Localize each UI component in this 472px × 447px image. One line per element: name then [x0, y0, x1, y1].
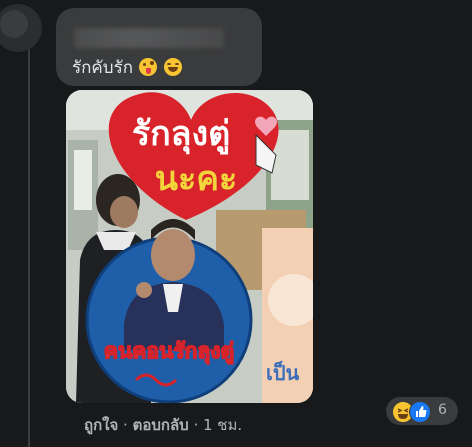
sign-top-line2: นะคะ	[155, 159, 238, 199]
comment-photo[interactable]: เป็น คนคอนรักลุงตู่ รักลุงตู่ นะคะ	[66, 90, 313, 403]
avatar[interactable]	[0, 4, 42, 52]
thread-line	[28, 48, 30, 447]
timestamp[interactable]: 1 ชม.	[203, 416, 242, 434]
separator: ·	[188, 416, 203, 434]
reactions-summary[interactable]: 6	[386, 397, 458, 425]
reply-link[interactable]: ตอบกลับ	[133, 416, 189, 434]
sign-top-line1: รักลุงตู่	[132, 114, 230, 155]
like-icon	[409, 401, 431, 423]
zany-face-icon	[139, 58, 158, 76]
separator: ·	[118, 416, 133, 434]
comment-text: รักคับรัก	[72, 54, 182, 81]
author-name-blurred[interactable]	[74, 28, 224, 48]
right-banner-text: เป็น	[266, 360, 300, 385]
comment-body: รักคับรัก	[72, 58, 134, 78]
sign-bottom-text: คนคอนรักลุงตู่	[104, 339, 234, 365]
grinning-squinting-face-icon	[163, 58, 182, 76]
reaction-count: 6	[438, 402, 447, 418]
comment-actions: ถูกใจ · ตอบกลับ · 1 ชม.	[84, 413, 242, 437]
like-link[interactable]: ถูกใจ	[84, 416, 118, 434]
